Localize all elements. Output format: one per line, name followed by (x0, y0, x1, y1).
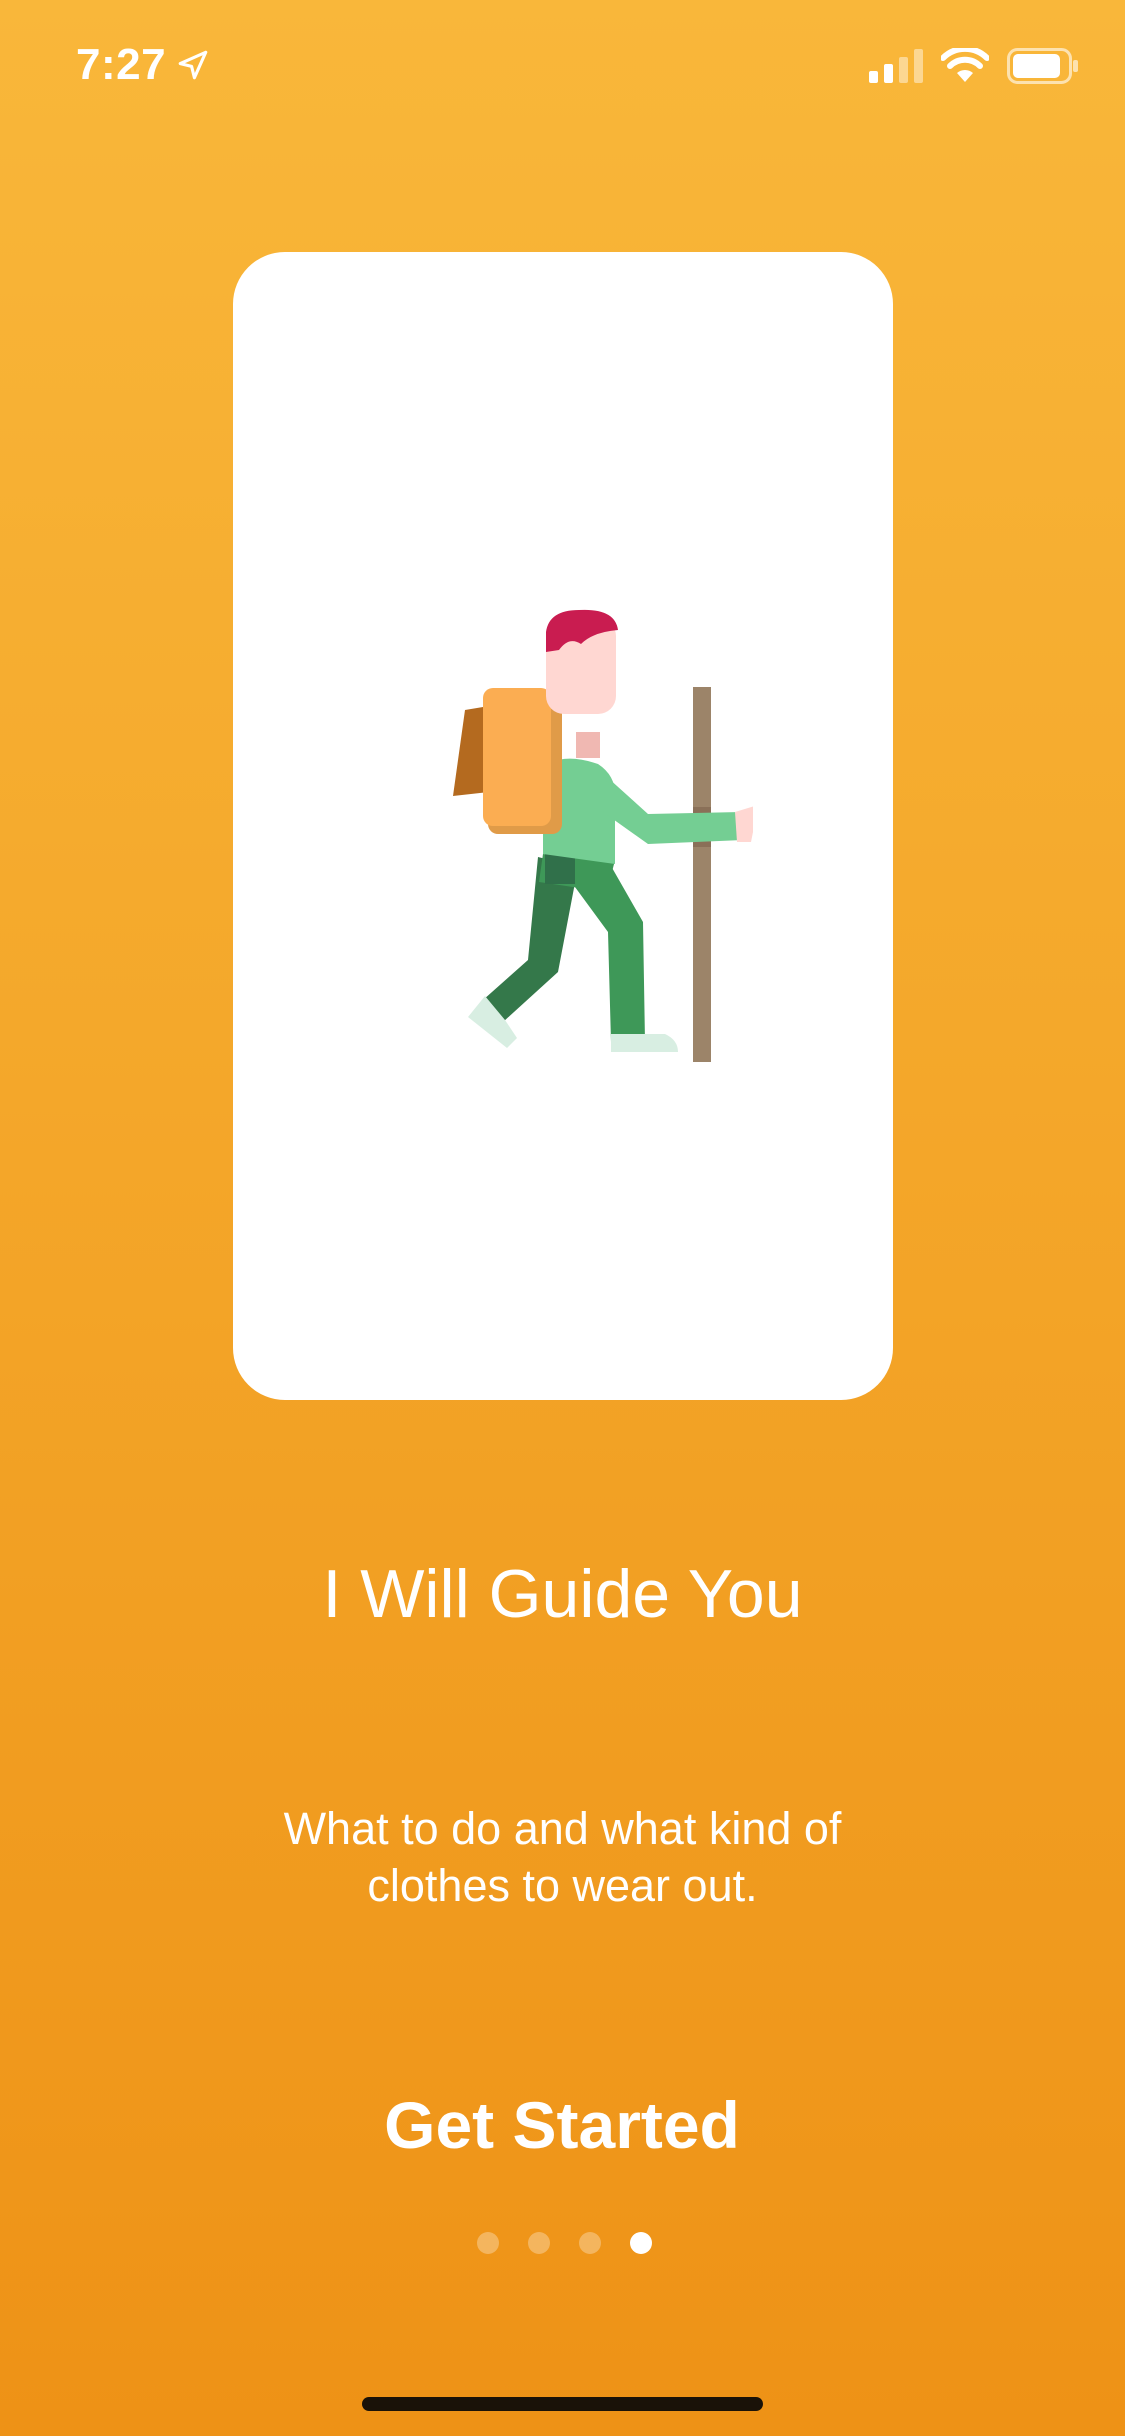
subtitle-line-2: clothes to wear out. (367, 1860, 758, 1911)
home-indicator[interactable] (362, 2397, 763, 2411)
page-dot-2[interactable] (527, 2232, 550, 2254)
page-indicator (0, 2232, 1125, 2254)
status-time: 7:27 (76, 40, 210, 90)
wifi-icon (941, 48, 989, 82)
onboarding-subtitle: What to do and what kind of clothes to w… (200, 1800, 925, 1914)
status-bar: 7:27 (0, 0, 1125, 140)
page-dot-1[interactable] (476, 2232, 499, 2254)
status-icons (869, 48, 1079, 84)
subtitle-line-1: What to do and what kind of (283, 1803, 842, 1854)
status-time-label: 7:27 (76, 40, 167, 89)
cellular-signal-icon (869, 49, 923, 83)
location-arrow-icon (178, 50, 208, 80)
battery-icon (1007, 48, 1078, 84)
get-started-button[interactable]: Get Started (312, 2075, 812, 2175)
hiker-illustration (453, 609, 753, 1062)
page-dot-3[interactable] (578, 2232, 601, 2254)
onboarding-card (233, 252, 893, 1400)
page-dot-4-active[interactable] (629, 2232, 652, 2254)
onboarding-title: I Will Guide You (322, 1556, 803, 1632)
